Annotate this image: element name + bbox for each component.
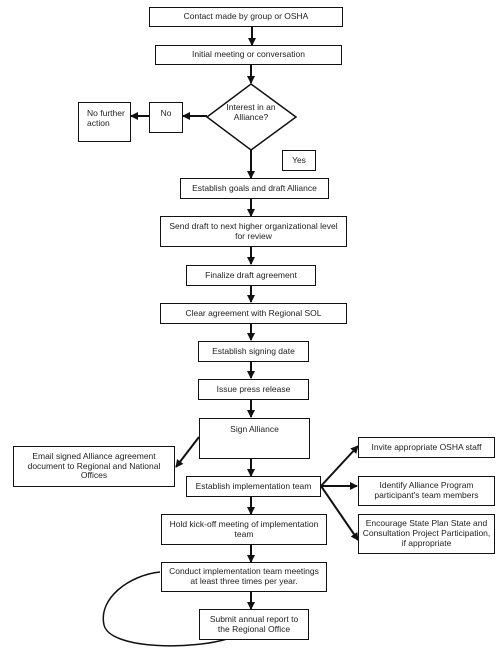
- connectors: [102, 26, 359, 647]
- node-encourage: Encourage State Plan State and Consultat…: [358, 514, 495, 554]
- node-no-further-action: No further action: [78, 102, 131, 142]
- node-press-release: Issue press release: [198, 379, 309, 400]
- decision-interest: Interest in an Alliance?: [226, 102, 276, 123]
- arrow-sign-email: [175, 436, 200, 468]
- node-email: Email signed Alliance agreement document…: [13, 446, 175, 487]
- node-signing-date: Establish signing date: [198, 341, 309, 362]
- node-kickoff: Hold kick-off meeting of implementation …: [161, 514, 327, 545]
- node-contact: Contact made by group or OSHA: [149, 7, 343, 27]
- node-finalize: Finalize draft agreement: [186, 265, 316, 286]
- node-identify-members: Identify Alliance Program participant's …: [358, 476, 495, 506]
- node-no: No: [149, 102, 183, 133]
- node-sign-alliance: Sign Alliance: [199, 418, 310, 459]
- node-annual-report: Submit annual report to the Regional Off…: [199, 609, 309, 640]
- node-yes: Yes: [282, 150, 316, 171]
- node-clear-sol: Clear agreement with Regional SOL: [160, 303, 347, 324]
- node-goals: Establish goals and draft Alliance: [180, 178, 329, 199]
- node-initial-meeting: Initial meeting or conversation: [155, 45, 342, 65]
- node-send-draft: Send draft to next higher organizational…: [160, 216, 347, 247]
- node-invite-staff: Invite appropriate OSHA staff: [358, 437, 495, 458]
- node-conduct-meetings: Conduct implementation team meetings at …: [161, 562, 327, 592]
- node-impl-team: Establish implementation team: [186, 476, 321, 497]
- arrow-impl-invite: [320, 445, 359, 487]
